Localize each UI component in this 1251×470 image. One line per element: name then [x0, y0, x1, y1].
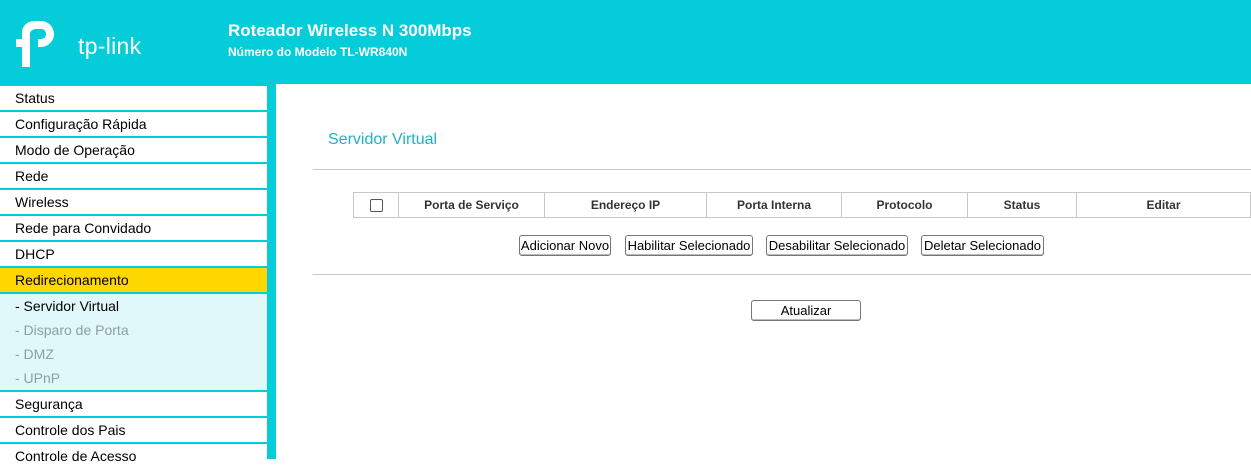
sidebar-subitem-virtual-server[interactable]: - Servidor Virtual: [0, 294, 267, 318]
sidebar-item-status[interactable]: Status: [0, 86, 267, 110]
enable-selected-button[interactable]: Habilitar Selecionado: [625, 235, 753, 256]
column-header-status: Status: [967, 192, 1077, 218]
select-all-checkbox[interactable]: [369, 199, 383, 213]
refresh-button[interactable]: Atualizar: [751, 300, 861, 321]
column-header-internal-port: Porta Interna: [706, 192, 842, 218]
disable-selected-button[interactable]: Desabilitar Selecionado: [766, 235, 908, 256]
divider-bottom: [313, 274, 1251, 275]
column-header-edit: Editar: [1076, 192, 1251, 218]
sidebar-subitem-dmz[interactable]: - DMZ: [0, 342, 267, 366]
sidebar-item-operation-mode[interactable]: Modo de Operação: [0, 138, 267, 162]
sidebar-item-quick-setup[interactable]: Configuração Rápida: [0, 112, 267, 136]
forwarding-submenu: - Servidor Virtual - Disparo de Porta - …: [0, 294, 267, 390]
sidebar-item-access-control[interactable]: Controle de Acesso: [0, 444, 267, 468]
column-header-ip-address: Endereço IP: [544, 192, 707, 218]
tp-link-logo: tp-link: [14, 19, 154, 71]
logo-text: tp-link: [78, 33, 142, 59]
product-title: Roteador Wireless N 300Mbps: [228, 21, 472, 40]
column-header-protocol: Protocolo: [841, 192, 968, 218]
virtual-server-table: Porta de Serviço Endereço IP Porta Inter…: [353, 192, 1251, 218]
sidebar-item-network[interactable]: Rede: [0, 164, 267, 188]
sidebar-subitem-port-triggering[interactable]: - Disparo de Porta: [0, 318, 267, 342]
sidebar-item-security[interactable]: Segurança: [0, 392, 267, 416]
table-header-row: Porta de Serviço Endereço IP Porta Inter…: [353, 192, 1251, 218]
sidebar-subitem-upnp[interactable]: - UPnP: [0, 366, 267, 390]
add-new-button[interactable]: Adicionar Novo: [519, 235, 611, 256]
delete-selected-button[interactable]: Deletar Selecionado: [921, 235, 1044, 256]
sidebar-item-dhcp[interactable]: DHCP: [0, 242, 267, 266]
select-all-cell: [353, 192, 399, 218]
divider-top: [313, 169, 1251, 170]
column-header-service-port: Porta de Serviço: [398, 192, 545, 218]
sidebar-item-guest-network[interactable]: Rede para Convidado: [0, 216, 267, 240]
tp-link-logo-icon: [16, 21, 54, 67]
header-bar: tp-link Roteador Wireless N 300Mbps Núme…: [0, 0, 1251, 84]
page-title: Servidor Virtual: [328, 131, 438, 148]
sidebar-item-wireless[interactable]: Wireless: [0, 190, 267, 214]
main-content: Servidor Virtual Porta de Serviço Endere…: [276, 84, 1251, 459]
sidebar-menu: Status Configuração Rápida Modo de Opera…: [0, 86, 267, 470]
sidebar-item-forwarding[interactable]: Redirecionamento: [0, 268, 267, 292]
sidebar-item-parental-control[interactable]: Controle dos Pais: [0, 418, 267, 442]
sidebar: Status Configuração Rápida Modo de Opera…: [0, 84, 276, 468]
model-number: Número do Modelo TL-WR840N: [228, 45, 408, 59]
